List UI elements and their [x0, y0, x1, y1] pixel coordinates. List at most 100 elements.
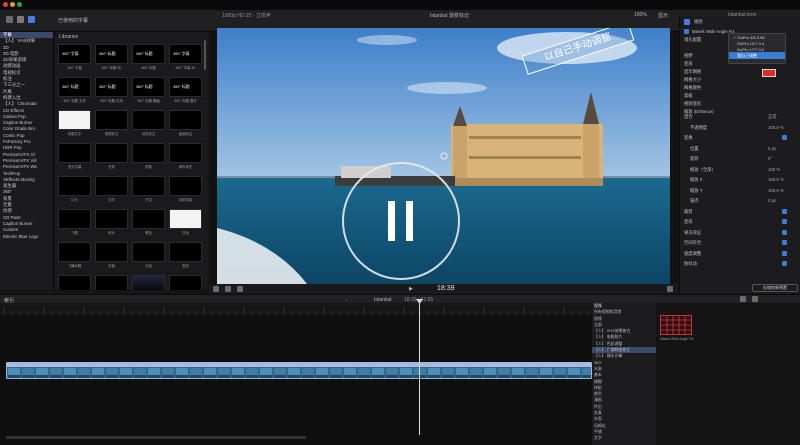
zoom-icon[interactable]	[17, 2, 22, 7]
timeline[interactable]	[0, 315, 592, 445]
inspector-section-label[interactable]: 变形	[684, 219, 693, 225]
transitions-icon[interactable]	[752, 296, 758, 302]
title-thumbnail[interactable]: 360° 字幕 360° 字幕	[58, 44, 91, 73]
inspector-section-label[interactable]: 速度调整	[684, 251, 701, 257]
title-thumbnail[interactable]: 三维	[58, 275, 91, 290]
titles-sidebar: 字幕 【人】 VHS效果 3D 3D 电影 3D效果滤镜 动感动画 电视标识 标注 下三分之一片…	[0, 32, 54, 290]
title-thumbnail[interactable]: 360° 标题 360° 标题 文本	[58, 77, 91, 106]
video-clip[interactable]: Istanbul	[6, 362, 592, 379]
inspector-section-label[interactable]: 变换	[684, 135, 693, 141]
inspector-section-label[interactable]: 锚点	[690, 198, 699, 204]
title-thumbnail[interactable]: 光线	[132, 242, 165, 271]
title-thumbnail[interactable]: 流光字幕	[58, 143, 91, 172]
section-enable-checkbox[interactable]	[782, 261, 787, 266]
inspector-section-label[interactable]: 裁剪	[684, 209, 693, 215]
title-thumbnail[interactable]: 飞溅	[58, 209, 91, 238]
title-thumbnail[interactable]: 视角	[132, 143, 165, 172]
title-thumbnail[interactable]: 光效	[95, 143, 128, 172]
title-thumbnail[interactable]: 画面标注	[169, 110, 202, 139]
zoom-menu[interactable]: 100%	[634, 12, 647, 18]
inspector-section-label[interactable]: 防抖动	[684, 261, 697, 267]
photos-icon[interactable]	[17, 16, 24, 23]
title-thumbnail[interactable]: 标题文字	[58, 110, 91, 139]
inspector-section-value[interactable]: 100.0 %	[768, 177, 784, 182]
title-thumbnail[interactable]: 360° 字幕 360° 字幕 3D	[169, 44, 202, 73]
section-enable-checkbox[interactable]	[782, 219, 787, 224]
view-menu[interactable]: 显示	[658, 12, 668, 19]
inspector-section-value[interactable]: 100 %	[768, 167, 780, 172]
title-thumbnail[interactable]: 动态背景	[169, 176, 202, 205]
inspector-section-label[interactable]: 缩放 Y	[690, 188, 703, 194]
inspector-section-label[interactable]: 空间符合	[684, 240, 701, 246]
sidebar-item[interactable]: Electric Blue Logo	[0, 234, 53, 240]
section-enable-checkbox[interactable]	[782, 250, 787, 256]
dropdown-option[interactable]: 我自己调整	[729, 52, 785, 59]
close-icon[interactable]	[3, 2, 8, 7]
title-thumbnail[interactable]: 片头	[58, 176, 91, 205]
inspector-section-value[interactable]: 100.0 %	[768, 125, 784, 130]
title-thumbnail[interactable]: 渐变	[169, 242, 202, 271]
inspector-section-label[interactable]: 不透明度	[690, 125, 707, 131]
filmstrip-water	[148, 375, 160, 378]
inspector-section-label[interactable]: 缩放 X	[690, 177, 703, 183]
chevron-down-icon[interactable]: ⌄	[84, 17, 87, 22]
title-thumbnail[interactable]: 蓝色	[132, 275, 165, 290]
inspector-section-value[interactable]: 正常	[768, 114, 777, 120]
inspector-section-label[interactable]: 缩放（全部）	[690, 167, 716, 173]
minimize-icon[interactable]	[10, 2, 15, 7]
effects-browser-icon[interactable]	[740, 296, 746, 302]
title-thumbnail[interactable]: 扫光	[169, 275, 202, 290]
title-thumbnail[interactable]: 360° 标题 360° 标题	[132, 44, 165, 73]
title-thumbnail[interactable]: 黑色	[132, 209, 165, 238]
inspector-section-label[interactable]: 混合	[684, 114, 693, 120]
transform-icon[interactable]	[225, 286, 231, 292]
timeline-scrollbar[interactable]	[6, 436, 306, 439]
grid-color-swatch[interactable]	[762, 69, 776, 77]
inspector-section-label[interactable]: 旋转	[690, 156, 699, 162]
effect-thumbnail[interactable]	[660, 315, 692, 335]
title-thumbnail[interactable]: 360° 标题 360° 标题 展开	[169, 77, 202, 106]
inspector-section-value[interactable]: 100.0 %	[768, 188, 784, 193]
title-thumbnail[interactable]: 360° 标题 360° 标题 引用	[95, 77, 128, 106]
title-thumbnail[interactable]: 白色	[169, 209, 202, 238]
title-thumbnail[interactable]: 视频标注	[95, 110, 128, 139]
timecode-display: 18:39	[437, 285, 455, 292]
video-inspector-icon[interactable]	[684, 19, 690, 25]
title-thumbnail[interactable]: 360° 标题 360° 标题 3D	[95, 44, 128, 73]
title-thumbnail[interactable]: 字幕	[95, 242, 128, 271]
effects-category[interactable]: 文字	[592, 435, 656, 441]
thumbnail-image	[95, 275, 128, 290]
section-enable-checkbox[interactable]	[782, 229, 787, 235]
title-thumbnail[interactable]: 边框	[95, 275, 128, 290]
play-button[interactable]: ▶	[409, 286, 413, 292]
inspector-tab[interactable]: 视频	[694, 19, 703, 25]
browser-scrollbar[interactable]	[204, 40, 206, 70]
title-thumbnail[interactable]: 碎片	[95, 209, 128, 238]
title-thumbnail[interactable]: 城市风光	[169, 143, 202, 172]
section-enable-checkbox[interactable]	[782, 135, 787, 140]
titles-icon[interactable]	[28, 16, 35, 23]
lens-dropdown-menu[interactable]: ✓ GoPro 4/5 0.56 GoPro 12/7 0.4 GoPro 17…	[728, 33, 786, 64]
inspector-section-label[interactable]: 位置	[690, 146, 699, 152]
section-enable-checkbox[interactable]	[782, 240, 787, 245]
title-thumbnail[interactable]: 交叉	[95, 176, 128, 205]
inspector-section-value[interactable]: 0 px	[768, 198, 776, 203]
library-icon[interactable]	[6, 16, 13, 23]
plugin-enable-checkbox[interactable]	[684, 29, 689, 34]
inspector-section-value[interactable]: 0 px	[768, 146, 776, 151]
video-frame[interactable]: 以自己手动调整	[217, 28, 670, 284]
timeline-ruler[interactable]	[0, 303, 592, 316]
inspector-section-value[interactable]: 0°	[768, 156, 772, 161]
title-thumbnail[interactable]: 动态标注	[132, 110, 165, 139]
inspector-section-label[interactable]: 果冻效应	[684, 230, 701, 236]
title-thumbnail[interactable]: 360° 标题 360° 标题 横幅	[132, 77, 165, 106]
title-thumbnail[interactable]: 飞舞标题	[58, 242, 91, 271]
save-preset-button[interactable]: 存储效果预置	[752, 284, 798, 292]
section-enable-checkbox[interactable]	[782, 208, 787, 214]
playhead[interactable]	[419, 300, 420, 435]
title-thumbnail[interactable]: 天空	[132, 176, 165, 205]
fullscreen-icon[interactable]	[667, 286, 673, 292]
view-options-icon[interactable]	[213, 286, 219, 292]
speed-icon[interactable]	[237, 286, 243, 292]
chevron-left-icon[interactable]: ‹	[346, 297, 347, 302]
